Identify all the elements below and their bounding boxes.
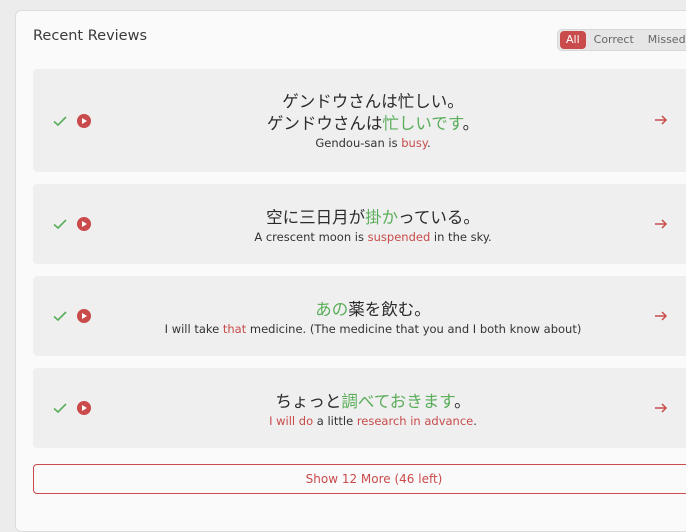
show-more-button[interactable]: Show 12 More (46 left) bbox=[33, 464, 686, 494]
english-translation: Gendou-san is busy. bbox=[315, 136, 431, 150]
panel-title: Recent Reviews bbox=[33, 28, 148, 44]
arrow-right-icon[interactable] bbox=[653, 112, 669, 128]
filter-missed-button[interactable]: Missed bbox=[642, 31, 686, 49]
english-translation: I will take that medicine. (The medicine… bbox=[164, 322, 582, 336]
japanese-sentence: あの薬を飲む。 bbox=[315, 300, 431, 319]
review-card: ゲンドウさんは忙しい。 ゲンドウさんは忙しいです。 Gendou-san is … bbox=[33, 69, 686, 172]
arrow-right-icon[interactable] bbox=[653, 400, 669, 416]
japanese-sentence: ちょっと調べておきます。 bbox=[275, 392, 471, 411]
english-translation: A crescent moon is suspended in the sky. bbox=[254, 230, 492, 244]
review-card: あの薬を飲む。 I will take that medicine. (The … bbox=[33, 276, 686, 356]
japanese-sentence-polite: ゲンドウさんは忙しいです。 bbox=[266, 114, 480, 133]
arrow-right-icon[interactable] bbox=[653, 308, 669, 324]
review-filter-group: All Correct Missed bbox=[557, 29, 686, 51]
japanese-sentence: ゲンドウさんは忙しい。 bbox=[282, 92, 464, 111]
japanese-sentence: 空に三日月が掛かっている。 bbox=[266, 208, 480, 227]
filter-all-button[interactable]: All bbox=[560, 31, 586, 49]
filter-correct-button[interactable]: Correct bbox=[588, 31, 640, 49]
review-card: 空に三日月が掛かっている。 A crescent moon is suspend… bbox=[33, 184, 686, 264]
arrow-right-icon[interactable] bbox=[653, 216, 669, 232]
english-translation: I will do a little research in advance. bbox=[269, 414, 477, 428]
review-card: ちょっと調べておきます。 I will do a little research… bbox=[33, 368, 686, 448]
